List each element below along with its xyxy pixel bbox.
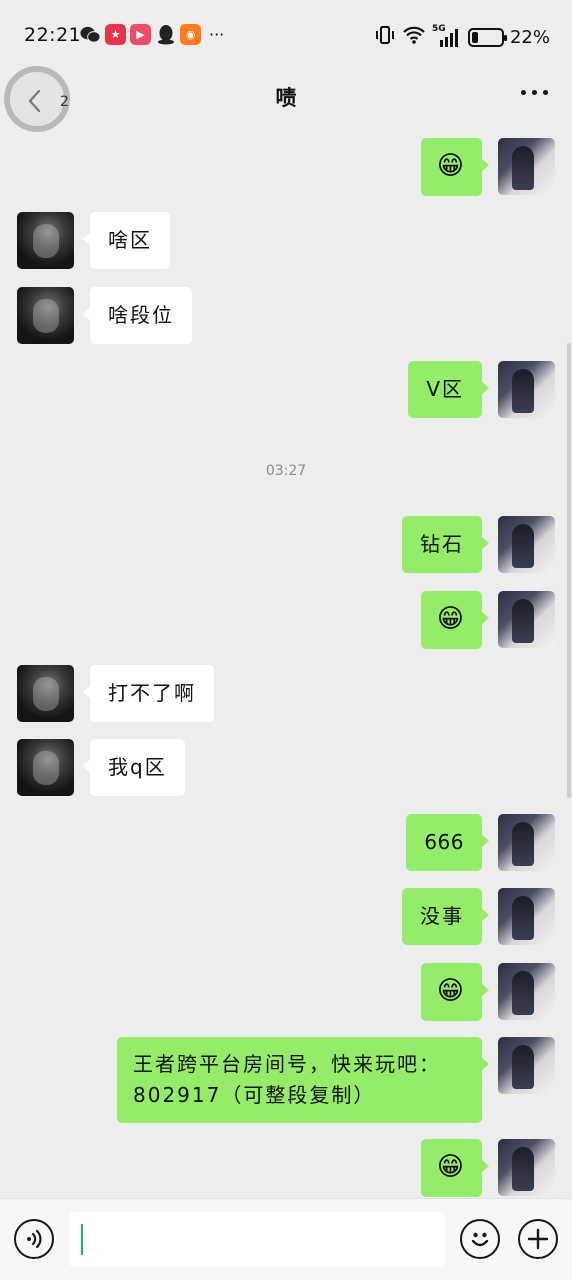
status-bar: 22:21 ★ ▶ ◉ ··· 5G 22%	[0, 0, 572, 70]
message-bubble[interactable]: 啥段位	[83, 287, 192, 344]
battery-percent: 22%	[509, 26, 550, 48]
grin-emoji: 😁	[436, 151, 466, 181]
qq-icon	[155, 24, 176, 45]
battery-level	[471, 31, 478, 43]
more-options-button[interactable]	[521, 90, 548, 95]
grin-emoji: 😁	[436, 976, 466, 1006]
plus-icon	[527, 1228, 549, 1250]
message-bubble[interactable]: 😁	[420, 1139, 490, 1197]
contact-avatar[interactable]	[17, 739, 74, 796]
kuaishou-icon: ◉	[180, 24, 201, 45]
vibrate-icon	[374, 24, 396, 50]
status-right-cluster: 5G 22%	[374, 24, 550, 50]
grin-emoji: 😁	[436, 604, 466, 634]
voice-button[interactable]	[14, 1219, 54, 1259]
message-bubble[interactable]: 打不了啊	[83, 665, 214, 722]
video-app-icon: ▶	[130, 24, 151, 45]
message-row: 😁	[0, 138, 572, 196]
message-input[interactable]	[69, 1212, 445, 1267]
message-row: 啥段位	[0, 287, 572, 344]
chat-header: 2 啧	[0, 62, 572, 132]
contact-avatar[interactable]	[17, 287, 74, 344]
emoji-button[interactable]	[460, 1219, 500, 1259]
message-bubble[interactable]: 没事	[402, 888, 489, 945]
message-bubble[interactable]: 😁	[420, 963, 490, 1021]
message-row: 王者跨平台房间号，快来玩吧：802917（可整段复制）	[0, 1037, 572, 1123]
wechat-icon	[80, 24, 101, 45]
message-bubble[interactable]: 钻石	[402, 516, 489, 573]
contact-avatar[interactable]	[17, 212, 74, 269]
input-bar	[0, 1198, 572, 1280]
message-row: 啥区	[0, 212, 572, 269]
message-row: 😁	[0, 591, 572, 649]
message-bubble[interactable]: 😁	[420, 591, 490, 649]
message-bubble[interactable]: 王者跨平台房间号，快来玩吧：802917（可整段复制）	[117, 1037, 489, 1123]
more-dot-icon	[543, 90, 548, 95]
message-bubble[interactable]: 啥区	[83, 212, 170, 269]
voice-icon	[27, 1229, 42, 1249]
message-row: V区	[0, 361, 572, 418]
message-list[interactable]: 😁 啥区 啥段位 V区 03:27 钻石 😁 打不了啊 我q区 666 没事 😁…	[0, 130, 572, 1198]
my-avatar[interactable]	[498, 138, 555, 195]
more-dot-icon	[521, 90, 526, 95]
message-row: 😁	[0, 963, 572, 1021]
more-dot-icon	[532, 90, 537, 95]
message-row: 666	[0, 814, 572, 871]
message-row: 没事	[0, 888, 572, 945]
scrollbar[interactable]	[567, 343, 571, 798]
my-avatar[interactable]	[498, 814, 555, 871]
status-app-icons: ★ ▶ ◉ ···	[80, 24, 224, 45]
wifi-icon	[402, 25, 426, 49]
my-avatar[interactable]	[498, 361, 555, 418]
status-more-indicator: ···	[209, 25, 225, 44]
chat-title: 啧	[275, 86, 297, 110]
my-avatar[interactable]	[498, 1037, 555, 1094]
text-caret	[81, 1224, 83, 1255]
plus-button[interactable]	[518, 1219, 558, 1259]
message-bubble[interactable]: V区	[408, 361, 489, 418]
game-app-icon: ★	[105, 24, 126, 45]
message-bubble[interactable]: 😁	[420, 138, 490, 196]
my-avatar[interactable]	[498, 963, 555, 1020]
emoji-icon	[471, 1232, 489, 1247]
signal-icon: 5G	[432, 24, 462, 48]
message-bubble[interactable]: 我q区	[83, 739, 185, 796]
message-row: 😁	[0, 1139, 572, 1197]
my-avatar[interactable]	[498, 591, 555, 648]
my-avatar[interactable]	[498, 1139, 555, 1196]
grin-emoji: 😁	[436, 1152, 466, 1182]
my-avatar[interactable]	[498, 516, 555, 573]
message-row: 打不了啊	[0, 665, 572, 722]
contact-avatar[interactable]	[17, 665, 74, 722]
status-time: 22:21	[24, 24, 82, 46]
time-divider: 03:27	[265, 463, 307, 479]
battery-icon	[467, 27, 507, 47]
message-row: 钻石	[0, 516, 572, 573]
message-row: 我q区	[0, 739, 572, 796]
my-avatar[interactable]	[498, 888, 555, 945]
message-bubble[interactable]: 666	[406, 814, 489, 871]
